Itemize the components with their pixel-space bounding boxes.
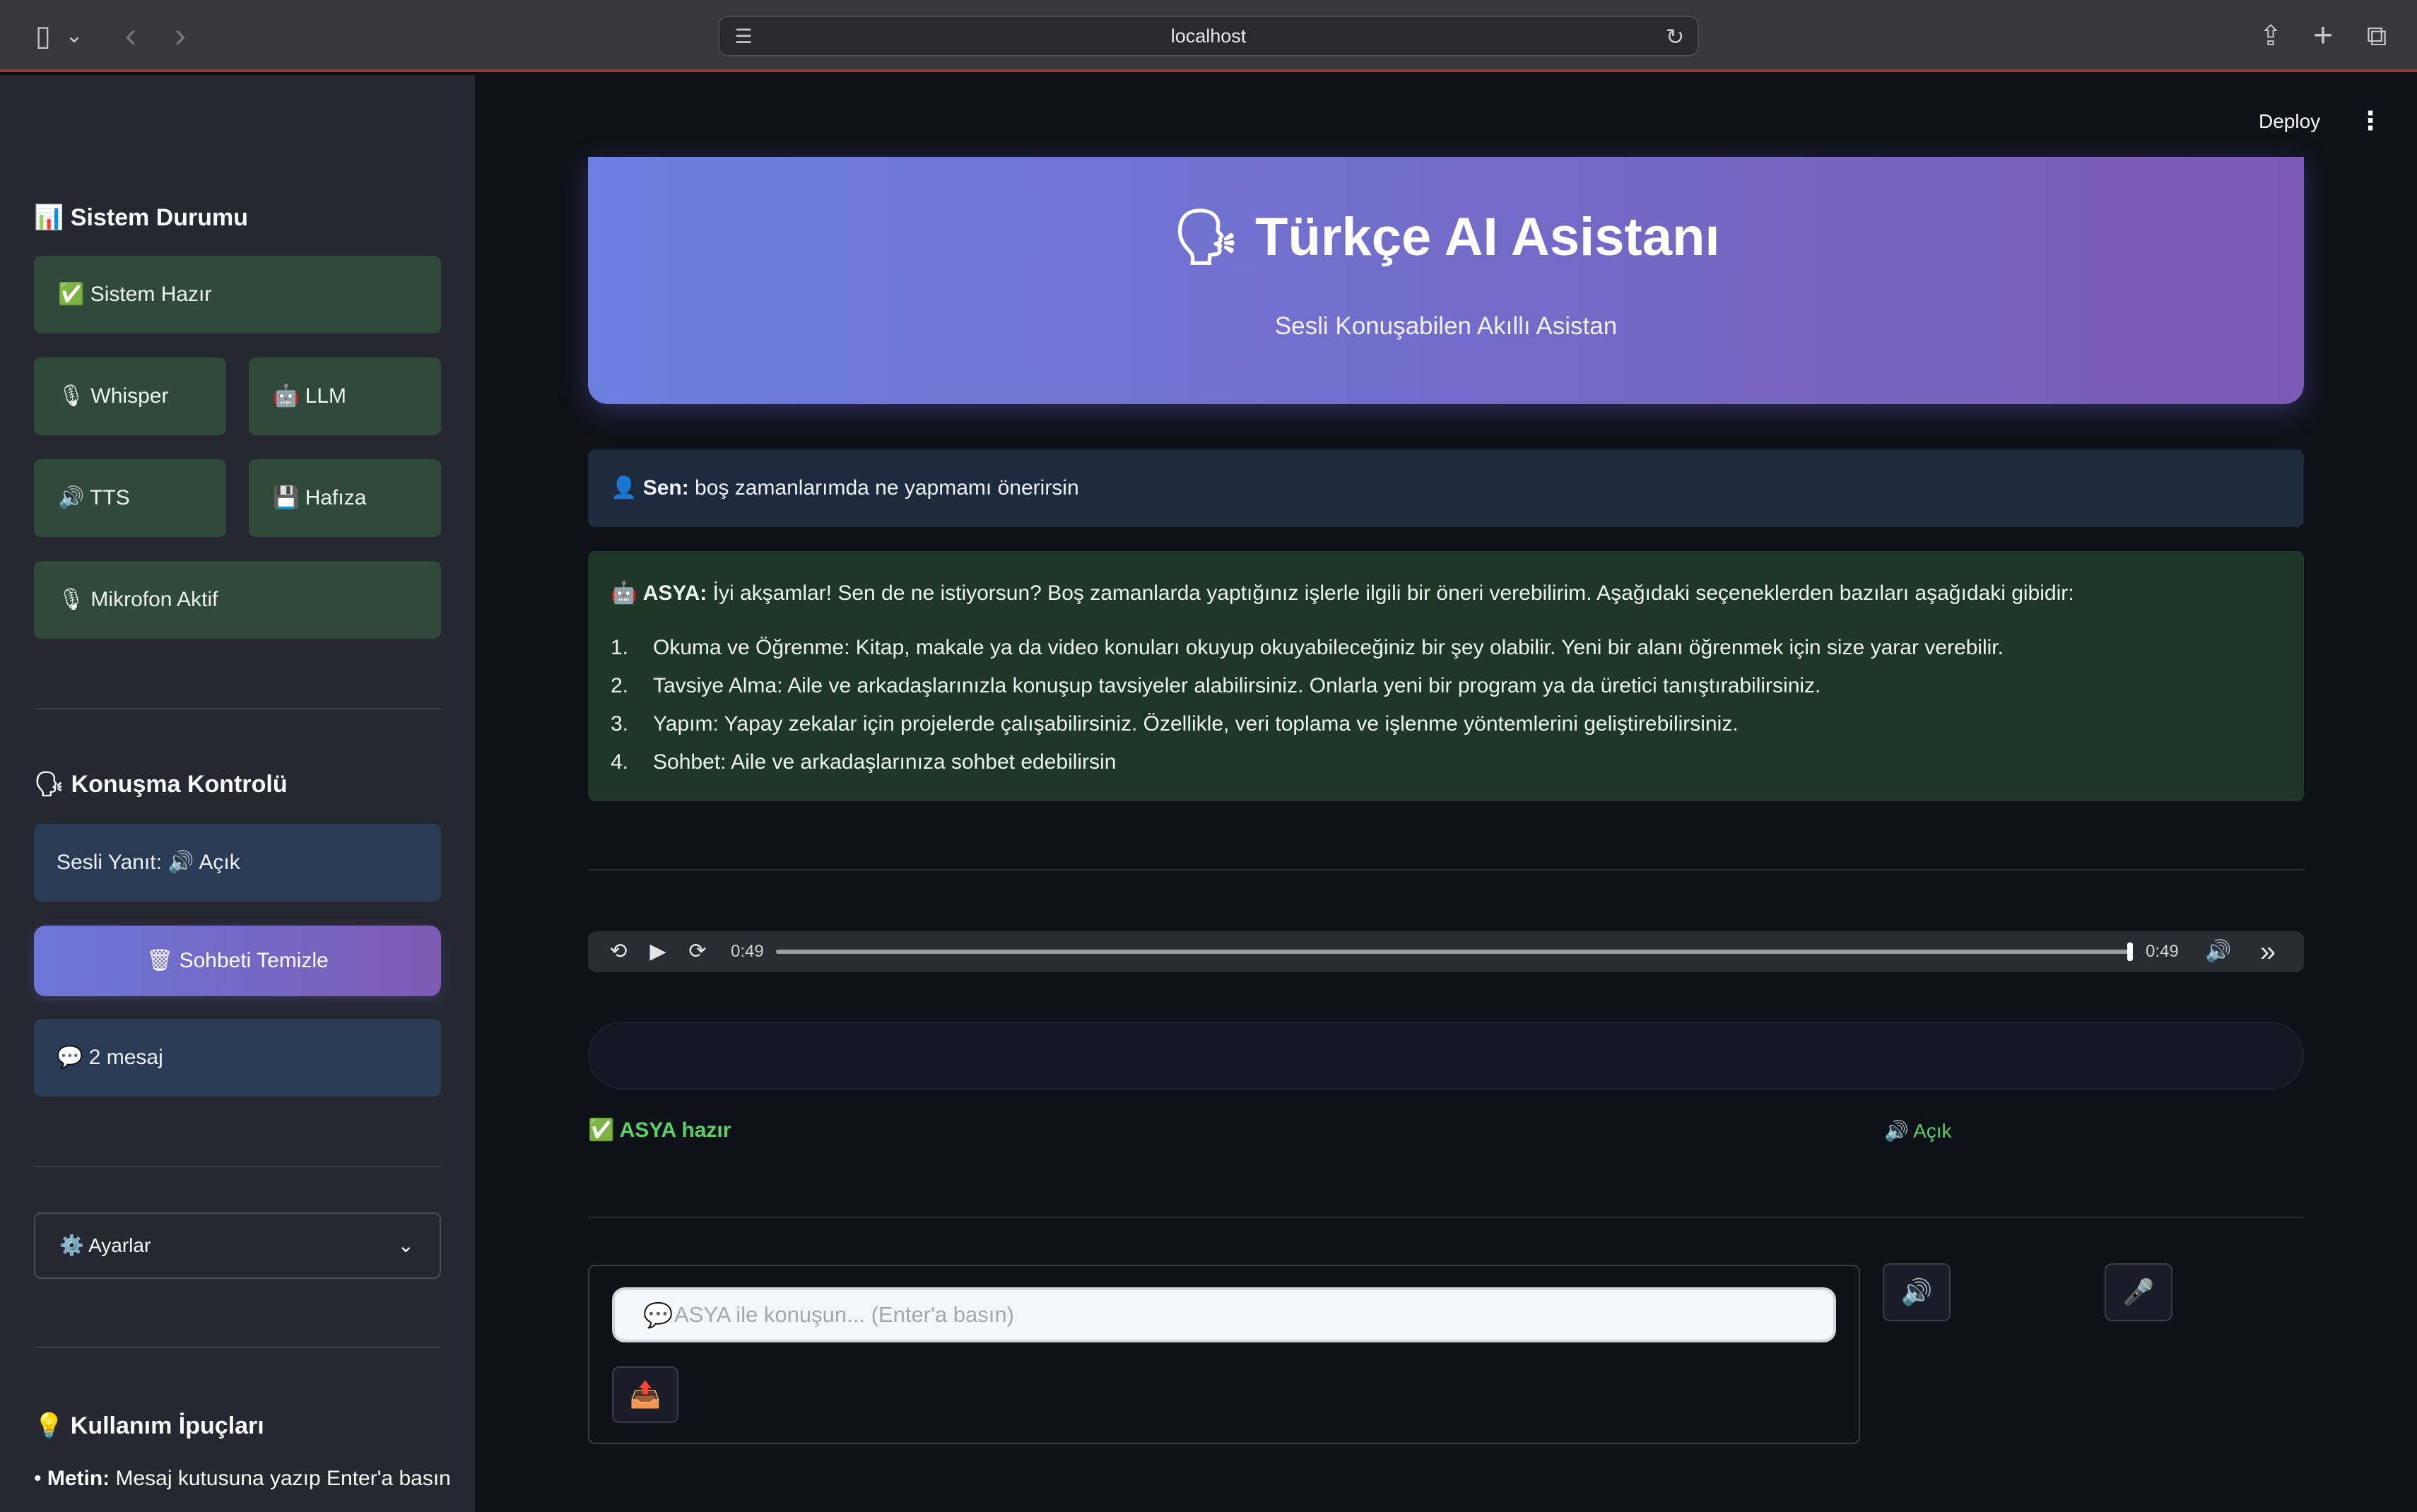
list-number: 2. [611,674,629,697]
settings-expander[interactable]: ⚙️ Ayarlar ⌄ [34,1212,441,1279]
current-time: 0:49 [731,942,764,961]
assistant-message: 🤖 ASYA: İyi akşamlar! Sen de ne istiyors… [588,551,2304,801]
send-button[interactable]: 📤 [612,1366,678,1423]
audio-on-status: 🔊 Açık [1884,1120,1952,1142]
hero-banner: 🗣 Türkçe AI Asistanı Sesli Konuşabilen A… [588,157,2304,404]
audio-player: ⟲ ▶ ⟳ 0:49 0:49 🔊 » [588,931,2304,972]
tip-label: Metin: [47,1467,110,1490]
conversation-control-heading: 🗣 Konuşma Kontrolü [34,771,288,798]
address-bar[interactable]: ☰ localhost ↻ [718,16,1699,57]
volume-icon[interactable]: 🔊 [2202,935,2235,968]
rewind-icon[interactable]: ⟲ [602,935,635,968]
tip-text: • Metin: Mesaj kutusuna yazıp Enter'a ba… [34,1467,451,1490]
clear-chat-button[interactable]: 🗑 Sohbeti Temizle [34,926,441,996]
system-status-heading: 📊 Sistem Durumu [34,204,249,231]
chat-bubble-icon: 💬 [643,1302,674,1329]
sidebar-divider [34,1347,441,1348]
sidebar-divider [34,708,441,709]
page-title: 🗣 Türkçe AI Asistanı [1172,207,1720,267]
url-text: localhost [1170,25,1247,47]
list-item: 4. Sohbet: Aile ve arkadaşlarınıza sohbet… [611,743,2004,781]
audio-seek-handle[interactable] [2127,943,2133,961]
list-item: 1. Okuma ve Öğrenme: Kitap, makale ya da … [611,629,2004,667]
list-number: 4. [611,750,629,774]
tabs-overview-icon[interactable]: ⧉ [2359,18,2394,54]
microphone-button[interactable]: 🎤 [2105,1263,2172,1321]
chat-input[interactable] [612,1287,1836,1342]
reload-icon[interactable]: ↻ [1661,23,1689,51]
robot-icon: 🤖 [611,581,637,605]
user-message: 👤 Sen: boş zamanlarımda ne yapmamı öneri… [588,449,2304,527]
list-item: 2. Tavsiye Alma: Aile ve arkadaşlarınızla… [611,667,2004,705]
back-icon[interactable]: ‹ [113,18,148,54]
list-text: Tavsiye Alma: Aile ve arkadaşlarınızla k… [653,674,1821,697]
audio-progress [776,950,2133,954]
chat-form: 💬 📤 [588,1265,1860,1444]
user-icon: 👤 [611,476,637,500]
list-text: Okuma ve Öğrenme: Kitap, makale ya da vi… [653,636,2004,659]
list-number: 1. [611,636,629,659]
memory-status: 💾 Hafıza [249,459,441,537]
voice-reply-status: Sesli Yanıt: 🔊 Açık [34,824,441,902]
list-item: 3. Yapım: Yapay zekalar için projelerde ç… [611,705,2004,743]
deploy-button[interactable]: Deploy [2259,110,2320,133]
user-label: Sen: [642,476,689,500]
chevron-down-icon[interactable]: ⌄ [64,18,85,54]
play-icon[interactable]: ▶ [642,935,674,968]
fast-forward-icon[interactable]: ⟳ [681,935,714,968]
more-options-icon[interactable]: » [2252,935,2284,968]
list-text: Sohbet: Aile ve arkadaşlarınıza sohbet e… [653,750,1117,774]
forward-icon[interactable]: › [163,18,198,54]
assistant-label: ASYA: [642,581,707,605]
sidebar: 📊 Sistem Durumu ✅ Sistem Hazır 🎙 Whisper… [0,75,475,1512]
page-subtitle: Sesli Konuşabilen Akıllı Asistan [1274,312,1618,340]
message-count: 💬 2 mesaj [34,1019,441,1097]
chevron-down-icon: ⌄ [397,1234,414,1256]
browser-toolbar: ▯ ⌄ ‹ › ☰ localhost ↻ ⇪ + ⧉ [0,0,2417,72]
main-menu-icon[interactable]: ⋮ [2358,106,2383,136]
share-icon[interactable]: ⇪ [2253,18,2288,54]
list-number: 3. [611,712,629,736]
whisper-status: 🎙 Whisper [34,358,226,435]
llm-status: 🤖 LLM [249,358,441,435]
sidebar-divider [34,1166,441,1167]
assistant-ready-status: ✅ ASYA hazır [588,1118,731,1142]
assistant-message-intro: 🤖 ASYA: İyi akşamlar! Sen de ne istiyors… [611,572,2074,615]
empty-container [588,1022,2304,1089]
sidebar-toggle-icon[interactable]: ▯ [25,18,61,54]
content-divider [588,869,2304,870]
user-message-text: boş zamanlarımda ne yapmamı önerirsin [688,476,1079,500]
assistant-message-text: İyi akşamlar! Sen de ne istiyorsun? Boş … [707,581,2074,605]
system-ready-status: ✅ Sistem Hazır [34,256,441,333]
tts-status: 🔊 TTS [34,459,226,537]
content-divider [588,1217,2304,1218]
tip-body: Mesaj kutusuna yazıp Enter'a basın [110,1467,451,1490]
new-tab-icon[interactable]: + [2305,18,2341,54]
microphone-status: 🎙 Mikrofon Aktif [34,561,441,639]
settings-label: ⚙️ Ayarlar [59,1234,151,1256]
suggestion-list: 1. Okuma ve Öğrenme: Kitap, makale ya da … [611,629,2004,781]
list-text: Yapım: Yapay zekalar için projelerde çal… [653,712,1739,736]
audio-seek-bar[interactable] [776,943,2133,961]
speaker-button[interactable]: 🔊 [1883,1263,1951,1321]
usage-tips-heading: 💡 Kullanım İpuçları [34,1412,264,1439]
duration-time: 0:49 [2146,942,2179,961]
